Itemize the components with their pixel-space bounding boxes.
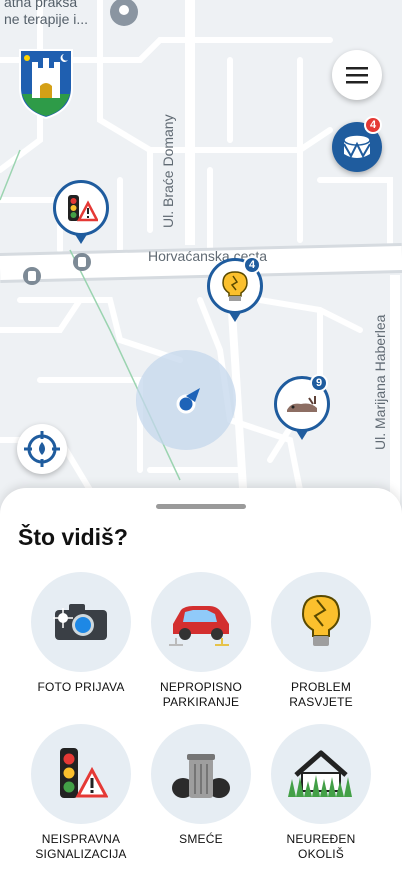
- sheet-drag-handle[interactable]: [156, 504, 246, 509]
- lightbulb-icon: [301, 594, 341, 646]
- pin-count-badge: 9: [310, 374, 329, 392]
- tile-smece[interactable]: SMEĆE: [141, 724, 261, 847]
- report-category-sheet: Što vidiš? FOTO PRIJAVA NEPROPISNO PARKI…: [0, 488, 402, 874]
- map-top-text: atna praksa: [4, 0, 78, 10]
- tile-label: NEISPRAVNA SIGNALIZACIJA: [35, 832, 127, 861]
- crosshair-location-icon: [24, 431, 60, 467]
- report-pin-dead-animal[interactable]: 9: [274, 374, 330, 444]
- tile-label: SMEĆE: [179, 832, 223, 846]
- dead-animal-icon: [287, 396, 317, 412]
- tile-foto-prijava[interactable]: FOTO PRIJAVA: [21, 572, 141, 695]
- map[interactable]: atna praksa ne terapije i... Ul. Braće D…: [0, 0, 402, 520]
- tile-problem-rasvjete[interactable]: PROBLEM RASVJETE: [261, 572, 381, 710]
- tile-label: NEPROPISNO PARKIRANJE: [159, 680, 242, 709]
- tile-label: PROBLEM RASVJETE: [289, 680, 353, 709]
- overgrown-house-icon: [288, 750, 352, 797]
- street-label-marijana-haberlea: Ul. Marijana Haberlea: [372, 314, 388, 450]
- report-pin-lightbulb[interactable]: 4: [207, 256, 263, 326]
- traffic-light-icon: [68, 195, 98, 222]
- locate-me-button[interactable]: [17, 424, 67, 474]
- lightbulb-icon: [222, 271, 248, 301]
- tile-nepropisno-parkiranje[interactable]: NEPROPISNO PARKIRANJE: [141, 572, 261, 710]
- announcements-badge: 4: [364, 116, 383, 134]
- car-icon: [169, 606, 229, 646]
- traffic-light-icon: [60, 748, 108, 798]
- trash-icon: [172, 754, 230, 798]
- hamburger-icon: [346, 67, 368, 84]
- camera-icon: [53, 604, 107, 640]
- announcements-button[interactable]: 4: [332, 116, 383, 172]
- street-label-brace-domany: Ul. Braće Domany: [160, 114, 176, 228]
- tile-label: NEUREĐEN OKOLIŠ: [286, 832, 356, 861]
- tile-neispravna-signalizacija[interactable]: NEISPRAVNA SIGNALIZACIJA: [21, 724, 141, 862]
- sheet-title: Što vidiš?: [18, 524, 128, 550]
- tile-label: FOTO PRIJAVA: [37, 680, 125, 694]
- zagreb-coat-of-arms-icon: [18, 48, 74, 120]
- pin-count-badge: 4: [243, 256, 262, 274]
- map-top-text: ne terapije i...: [4, 11, 89, 27]
- menu-button[interactable]: [332, 50, 382, 100]
- report-pin-traffic-light[interactable]: [53, 180, 109, 248]
- tile-neureden-okolis[interactable]: NEUREĐEN OKOLIŠ: [261, 724, 381, 862]
- drum-icon: [343, 134, 371, 159]
